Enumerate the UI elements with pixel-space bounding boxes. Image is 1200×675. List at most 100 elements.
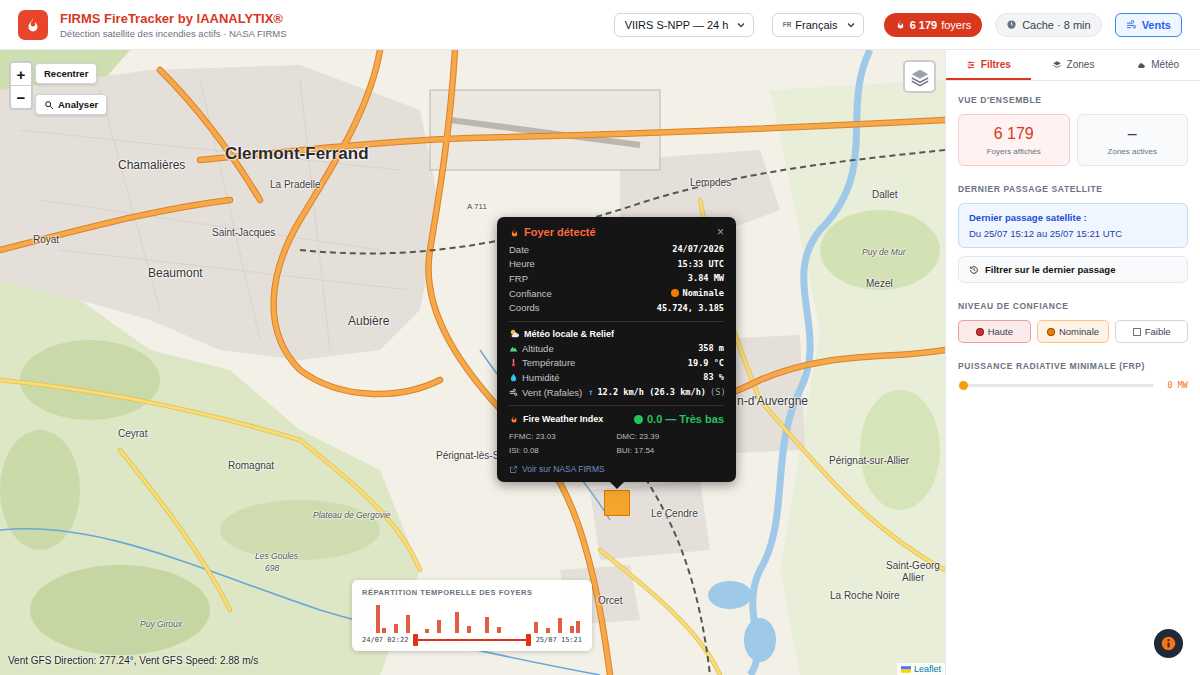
confidence-levels: Haute Nominale Faible bbox=[958, 320, 1188, 343]
main-area: Clermont-FerrandChamalièresRoyatSaint-Ja… bbox=[0, 50, 1200, 675]
fire-tracker-app: FIRMS FireTracker by IAANALYTIX®Détectio… bbox=[0, 0, 1200, 675]
map-label: Ceyrat bbox=[118, 428, 147, 439]
range-start-handle[interactable] bbox=[413, 634, 418, 646]
field-label: Date bbox=[509, 244, 529, 255]
map-label: La Roche Noire bbox=[830, 590, 899, 601]
nasa-firms-link[interactable]: Voir sur NASA FIRMS bbox=[509, 464, 724, 474]
droplet-icon bbox=[509, 373, 518, 382]
popup-close-button[interactable]: × bbox=[717, 226, 724, 238]
panel-tab[interactable]: Filtres bbox=[946, 50, 1031, 80]
fires-count-badge[interactable]: 6 179foyers bbox=[884, 13, 983, 37]
time-range: 24/07 02:2225/07 15:21 bbox=[362, 636, 582, 644]
histogram-bar bbox=[546, 628, 550, 633]
confidence-chip[interactable]: Faible bbox=[1115, 320, 1188, 343]
filter-last-pass-button[interactable]: Filtrer sur le dernier passage bbox=[958, 256, 1188, 283]
winds-button[interactable]: Vents bbox=[1115, 13, 1182, 37]
zoom-out-button[interactable]: − bbox=[11, 85, 31, 108]
confidence-label: Faible bbox=[1145, 326, 1171, 337]
histogram-bar bbox=[394, 624, 398, 633]
cache-label: Cache · 8 min bbox=[1022, 19, 1090, 31]
fwi-index: BUI: 17.54 bbox=[617, 446, 725, 455]
sliders-icon bbox=[966, 60, 976, 70]
zoom-control: +− bbox=[9, 61, 33, 110]
map-label: Lempdes bbox=[690, 177, 731, 188]
fwi-value: 0.0 — Très bas bbox=[634, 413, 724, 425]
analyze-button[interactable]: Analyser bbox=[35, 94, 107, 115]
fwi-index: DMC: 23.39 bbox=[617, 432, 725, 441]
chevron-down-icon bbox=[736, 20, 746, 30]
overview-title: VUE D'ENSEMBLE bbox=[958, 95, 1188, 105]
layers-icon bbox=[909, 66, 931, 88]
tab-label: Filtres bbox=[981, 59, 1011, 70]
brand-text: FIRMS FireTracker by IAANALYTIX®Détectio… bbox=[60, 11, 287, 39]
range-start-label: 24/07 02:22 bbox=[362, 636, 408, 644]
confidence-checkbox bbox=[1133, 328, 1141, 336]
attribution-text: Leaflet bbox=[914, 664, 941, 674]
map[interactable]: Clermont-FerrandChamalièresRoyatSaint-Ja… bbox=[0, 50, 945, 675]
confidence-chip[interactable]: Nominale bbox=[1037, 320, 1110, 343]
fwi-index: FFMC: 23.03 bbox=[509, 432, 617, 441]
frp-filter: 0 MW bbox=[958, 380, 1188, 390]
range-slider[interactable] bbox=[413, 639, 530, 641]
popup-field: Date 24/07/2026 bbox=[509, 242, 724, 257]
histogram-title: RÉPARTITION TEMPORELLE DES FOYERS bbox=[362, 588, 582, 597]
language-label: Français bbox=[795, 19, 837, 31]
frp-handle[interactable] bbox=[959, 381, 968, 390]
fire-marker[interactable] bbox=[604, 490, 630, 516]
confidence-dot bbox=[671, 289, 679, 297]
map-label: Chamalières bbox=[118, 158, 185, 172]
zoom-in-button[interactable]: + bbox=[11, 63, 31, 85]
weather-label-text: Humidité bbox=[522, 372, 560, 383]
flame-icon bbox=[895, 19, 906, 30]
logo[interactable] bbox=[18, 10, 48, 40]
weather-value: 358 m bbox=[698, 343, 724, 353]
field-label: Confiance bbox=[509, 288, 552, 299]
flame-icon bbox=[24, 16, 42, 34]
layers-button[interactable] bbox=[903, 60, 936, 93]
field-value: 15:33 UTC bbox=[677, 259, 724, 269]
fwi-indices: FFMC: 23.03DMC: 23.39ISI: 0.08BUI: 17.54 bbox=[509, 432, 724, 455]
confidence-selected-dot bbox=[976, 328, 984, 336]
side-panel: Filtres ZonesMétéo VUE D'ENSEMBLE 6 179Foye… bbox=[945, 50, 1200, 675]
recenter-button[interactable]: Recentrer bbox=[35, 63, 97, 84]
popup-field: Heure 15:33 UTC bbox=[509, 257, 724, 272]
map-label: Puy Giroux bbox=[140, 619, 182, 629]
last-pass-box: Dernier passage satellite :Du 25/07 15:1… bbox=[958, 203, 1188, 248]
panel-tab[interactable]: Météo bbox=[1115, 50, 1200, 80]
stat-card: 6 179Foyers affichés bbox=[958, 114, 1070, 166]
filter-button-label: Filtrer sur le dernier passage bbox=[985, 264, 1115, 275]
histogram-bar bbox=[437, 620, 441, 633]
popup-title: Foyer détecté bbox=[509, 226, 596, 238]
confidence-title: NIVEAU DE CONFIANCE bbox=[958, 301, 1188, 311]
source-select-value: VIIRS S-NPP — 24 h bbox=[625, 19, 729, 31]
panel-tab[interactable]: Zones bbox=[1031, 50, 1116, 80]
fires-count: 6 179 bbox=[910, 19, 938, 31]
histogram-bar bbox=[485, 617, 489, 633]
range-fill bbox=[416, 639, 529, 641]
field-value: 24/07/2026 bbox=[672, 244, 724, 254]
time-histogram: RÉPARTITION TEMPORELLE DES FOYERS 24/07 0… bbox=[352, 580, 592, 651]
wind-icon bbox=[1126, 19, 1137, 30]
header: FIRMS FireTracker by IAANALYTIX®Détectio… bbox=[0, 0, 1200, 50]
popup-header: Foyer détecté × bbox=[509, 226, 724, 238]
frp-slider[interactable] bbox=[963, 384, 1154, 387]
weather-label-text: Vent (Rafales) bbox=[522, 387, 582, 398]
magnifier-icon bbox=[44, 100, 54, 110]
map-attribution[interactable]: Leaflet bbox=[897, 663, 945, 675]
analyze-label: Analyser bbox=[58, 99, 98, 110]
map-label: Puy de Mur bbox=[862, 247, 905, 257]
external-link-icon bbox=[509, 465, 518, 474]
confidence-chip[interactable]: Haute bbox=[958, 320, 1031, 343]
map-label: A 711 bbox=[467, 202, 487, 211]
source-select[interactable]: VIIRS S-NPP — 24 h bbox=[614, 13, 754, 37]
fwi-title-text: Fire Weather Index bbox=[523, 414, 603, 424]
map-label: Dallet bbox=[872, 189, 898, 200]
map-label: Mezel bbox=[866, 278, 893, 289]
language-select[interactable]: FRFrançais bbox=[772, 13, 864, 37]
frp-title: PUISSANCE RADIATIVE MINIMALE (FRP) bbox=[958, 361, 1188, 371]
info-button[interactable] bbox=[1153, 628, 1184, 659]
divider bbox=[509, 321, 724, 322]
range-end-handle[interactable] bbox=[526, 634, 531, 646]
last-pass-heading: Dernier passage satellite : bbox=[969, 212, 1177, 223]
weather-row: Vent (Rafales)↑ 12.2 km/h (26.3 km/h) (S… bbox=[509, 385, 724, 400]
